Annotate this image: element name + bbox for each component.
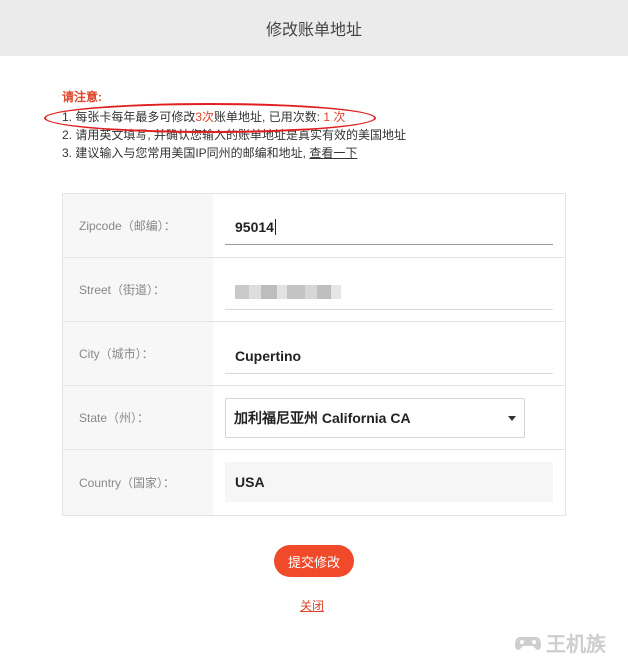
watermark: 王机族	[514, 628, 606, 657]
state-select[interactable]: 加利福尼亚州 California CA	[225, 398, 525, 438]
watermark-text: 王机族	[546, 634, 606, 656]
city-value: Cupertino	[235, 347, 302, 364]
gamepad-icon	[515, 636, 541, 650]
zipcode-label: Zipcode（邮编）：	[63, 194, 213, 257]
street-label: Street（街道）：	[63, 258, 213, 321]
submit-button[interactable]: 提交修改	[274, 545, 354, 577]
dropdown-arrow-icon	[508, 416, 516, 421]
country-cell: USA	[213, 450, 565, 515]
zipcode-value: 95014	[235, 218, 274, 235]
dialog-title: 修改账单地址	[265, 22, 362, 39]
close-link[interactable]: 关闭	[300, 597, 324, 614]
text-caret	[274, 218, 276, 235]
redacted-street-value	[235, 284, 341, 299]
country-label: Country（国家）：	[63, 450, 213, 515]
highlight-ring	[44, 103, 376, 133]
street-input[interactable]	[225, 274, 553, 310]
zipcode-input[interactable]: 95014	[225, 209, 553, 245]
check-link[interactable]: 查看一下	[309, 146, 357, 160]
state-label: State（州）：	[63, 386, 213, 449]
zipcode-cell: 95014	[213, 194, 565, 257]
city-row: City（城市）： Cupertino	[63, 322, 565, 386]
country-row: Country（国家）： USA	[63, 450, 565, 515]
city-cell: Cupertino	[213, 322, 565, 385]
country-value: USA	[235, 474, 265, 490]
state-cell: 加利福尼亚州 California CA	[213, 386, 565, 449]
country-field: USA	[225, 462, 553, 502]
city-label: City（城市）：	[63, 322, 213, 385]
state-selected-value: 加利福尼亚州 California CA	[234, 410, 411, 426]
notice-line-3-prefix: 3. 建议输入与您常用美国IP同州的邮编和地址,	[62, 146, 310, 160]
dialog-header: 修改账单地址	[0, 0, 628, 56]
city-input[interactable]: Cupertino	[225, 338, 553, 374]
street-cell	[213, 258, 565, 321]
zipcode-row: Zipcode（邮编）： 95014	[63, 194, 565, 258]
street-row: Street（街道）：	[63, 258, 565, 322]
billing-address-form: Zipcode（邮编）： 95014 Street（街道）： City（城市）：…	[62, 193, 566, 516]
notice-line-3: 3. 建议输入与您常用美国IP同州的邮编和地址, 查看一下	[62, 144, 406, 162]
state-row: State（州）： 加利福尼亚州 California CA	[63, 386, 565, 450]
